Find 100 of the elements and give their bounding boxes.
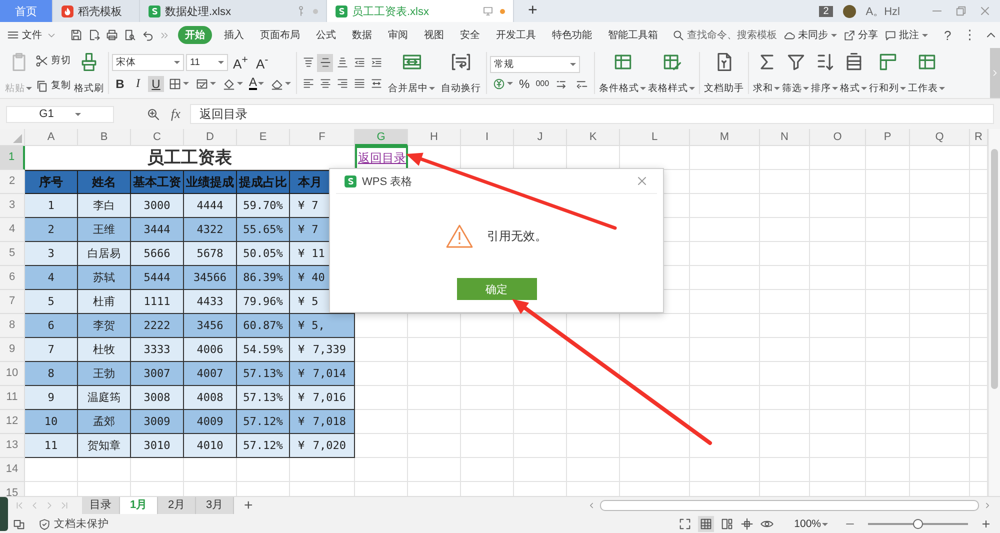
zoom-icon[interactable]	[146, 106, 161, 122]
font-style-button[interactable]: U	[148, 76, 164, 92]
toolbar-action[interactable]: 分享	[843, 28, 878, 42]
column-header[interactable]: I	[461, 129, 514, 146]
toolbar-action[interactable]: 批注	[884, 28, 928, 42]
ribbon-tab[interactable]: 安全	[456, 26, 484, 44]
ribbon-button[interactable]: 筛选	[781, 48, 810, 98]
ribbon-tab[interactable]: 视图	[420, 26, 448, 44]
font-style-button[interactable]: B	[112, 76, 128, 92]
zoom-slider-thumb[interactable]	[913, 519, 923, 529]
row-header[interactable]: 10	[0, 362, 25, 386]
align-button[interactable]	[317, 54, 334, 72]
ribbon-button[interactable]: 文档助手	[703, 48, 746, 98]
column-header[interactable]: E	[237, 129, 290, 146]
ribbon-tab[interactable]: 开发工具	[492, 26, 540, 44]
increase-font-button[interactable]: A$^{+}$	[230, 54, 251, 72]
vertical-scrollbar[interactable]	[988, 129, 1000, 496]
number-format-button[interactable]: 000	[534, 79, 552, 88]
font-style-button[interactable]: I	[130, 76, 146, 92]
ribbon-tab[interactable]: 特色功能	[548, 26, 596, 44]
ribbon-tab[interactable]: 审阅	[384, 26, 412, 44]
ribbon-button[interactable]: 求和	[752, 48, 782, 98]
column-header[interactable]: O	[810, 129, 866, 146]
clipboard-button[interactable]: 复制	[35, 78, 71, 92]
scroll-right-icon[interactable]	[983, 501, 992, 510]
column-header[interactable]: H	[408, 129, 461, 146]
row-header[interactable]: 2	[0, 170, 25, 194]
add-sheet-button[interactable]: +	[244, 497, 253, 514]
row-header[interactable]: 5	[0, 242, 25, 266]
ribbon-button[interactable]: 工作表	[907, 48, 946, 98]
column-header[interactable]: R	[970, 129, 988, 146]
sheet-tab[interactable]: 2月	[158, 497, 196, 514]
ribbon-button[interactable]: 条件格式	[598, 48, 648, 98]
number-format-select[interactable]: 常规	[490, 56, 580, 72]
font-family-select[interactable]: 宋体	[112, 54, 184, 72]
wrap-text-button[interactable]: 自动换行	[439, 48, 484, 98]
print-preview-icon[interactable]	[123, 28, 137, 42]
document-tab[interactable]: 稻壳模板	[53, 0, 140, 22]
column-header[interactable]: M	[690, 129, 760, 146]
sheet-tab[interactable]: 目录	[82, 497, 120, 514]
scroll-left-icon[interactable]	[587, 501, 596, 510]
column-header[interactable]: P	[866, 129, 910, 146]
clipboard-button[interactable]: 剪切	[35, 54, 71, 68]
horizontal-scrollbar[interactable]	[600, 500, 979, 511]
column-header[interactable]: B	[78, 129, 131, 146]
close-icon[interactable]	[635, 174, 649, 188]
decrease-font-button[interactable]: A$^{-}$	[253, 54, 272, 72]
user-name[interactable]: A。Hzl	[866, 4, 900, 18]
ribbon-tab[interactable]: 插入	[220, 26, 248, 44]
page-break-icon[interactable]	[720, 517, 734, 531]
ribbon-button[interactable]: 行和列	[868, 48, 908, 98]
help-button[interactable]: ?	[940, 28, 956, 42]
new-tab-button[interactable]: +	[514, 0, 552, 22]
toolbar-action[interactable]: 未同步	[783, 28, 837, 42]
merge-center-button[interactable]: 合并居中	[386, 48, 438, 98]
formula-input[interactable]: 返回目录	[190, 104, 994, 124]
ribbon-tab[interactable]: 页面布局	[256, 26, 304, 44]
zoom-level[interactable]: 100%	[794, 518, 828, 530]
row-header[interactable]: 15	[0, 482, 25, 496]
name-box[interactable]: G1	[6, 106, 114, 122]
column-header[interactable]: A	[25, 129, 78, 146]
ribbon-tab[interactable]: 数据	[348, 26, 376, 44]
grid-view-icon[interactable]	[699, 517, 714, 531]
ribbon-button[interactable]: 表格样式	[647, 48, 696, 98]
column-header[interactable]: Q	[910, 129, 970, 146]
row-header[interactable]: 9	[0, 338, 25, 362]
column-header[interactable]: N	[760, 129, 810, 146]
row-header[interactable]: 14	[0, 458, 25, 482]
column-header[interactable]: L	[620, 129, 690, 146]
file-menu[interactable]: 文件	[22, 28, 42, 42]
ribbon-tab[interactable]: 智能工具箱	[604, 26, 662, 44]
format-tool[interactable]: A	[247, 77, 266, 90]
row-header[interactable]: 13	[0, 434, 25, 458]
row-header[interactable]: 8	[0, 314, 25, 338]
zoom-in-icon[interactable]	[980, 518, 992, 530]
row-header[interactable]: 6	[0, 266, 25, 290]
printer-icon[interactable]	[105, 28, 119, 42]
row-header[interactable]: 7	[0, 290, 25, 314]
column-header[interactable]: F	[290, 129, 355, 146]
fullscreen-icon[interactable]	[678, 517, 692, 531]
more-button[interactable]: ⋮	[959, 27, 980, 43]
command-search-field[interactable]: 查找命令、搜索模板	[687, 28, 777, 42]
window-icon[interactable]	[12, 517, 26, 531]
column-header[interactable]: C	[131, 129, 184, 146]
column-header[interactable]: D	[184, 129, 237, 146]
export-icon[interactable]	[87, 28, 101, 42]
side-panel-handle[interactable]	[0, 497, 8, 531]
avatar[interactable]	[842, 4, 856, 18]
font-size-select[interactable]: 11	[186, 54, 228, 72]
ribbon-button[interactable]: 格式	[839, 48, 868, 98]
row-header[interactable]: 12	[0, 410, 25, 434]
number-format-button[interactable]: %	[517, 76, 532, 90]
sheet-tab[interactable]: 3月	[196, 497, 234, 514]
column-header[interactable]: J	[514, 129, 567, 146]
row-header[interactable]: 3	[0, 194, 25, 218]
document-tab[interactable]: 数据处理.xlsx	[140, 0, 327, 22]
row-header[interactable]: 11	[0, 386, 25, 410]
save-icon[interactable]	[69, 28, 83, 42]
column-header[interactable]: K	[567, 129, 620, 146]
crosshair-icon[interactable]	[740, 517, 754, 531]
